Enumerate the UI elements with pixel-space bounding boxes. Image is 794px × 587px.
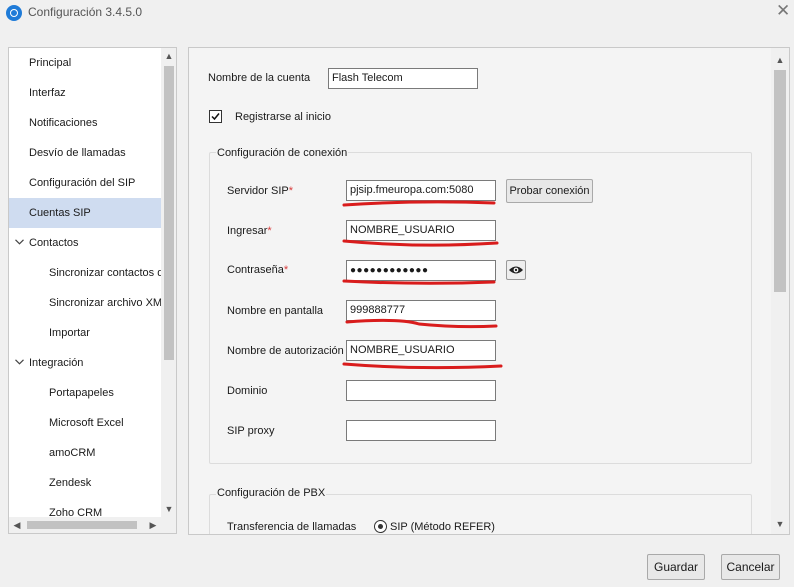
- nav-item-sync-xml[interactable]: Sincronizar archivo XML: [9, 288, 161, 318]
- proxy-label: SIP proxy: [227, 425, 275, 437]
- register-checkbox[interactable]: [209, 110, 222, 123]
- account-name-label: Nombre de la cuenta: [208, 72, 311, 84]
- scroll-thumb[interactable]: [774, 70, 786, 292]
- scroll-thumb[interactable]: [27, 521, 137, 529]
- nav-item-notificaciones[interactable]: Notificaciones: [9, 108, 161, 138]
- scroll-right-icon[interactable]: ▶: [145, 517, 161, 533]
- nav-item-cuentas-sip[interactable]: Cuentas SIP: [9, 198, 161, 228]
- register-label: Registrarse al inicio: [235, 111, 331, 123]
- nav-item-excel[interactable]: Microsoft Excel: [9, 408, 161, 438]
- login-label-text: Ingresar: [227, 225, 268, 237]
- login-label: Ingresar*: [227, 225, 272, 237]
- nav-item-portapapeles[interactable]: Portapapeles: [9, 378, 161, 408]
- show-password-button[interactable]: [506, 260, 526, 280]
- nav-item-importar[interactable]: Importar: [9, 318, 161, 348]
- display-name-label: Nombre en pantalla: [227, 305, 324, 317]
- transfer-label: Transferencia de llamadas: [227, 521, 357, 533]
- nav-item-integracion[interactable]: Integración: [9, 348, 161, 378]
- nav-item-label: Principal: [29, 57, 72, 69]
- close-icon[interactable]: ✕: [776, 2, 790, 20]
- nav-item-label: Sincronizar contactos d: [49, 267, 161, 279]
- nav-item-label: Portapapeles: [49, 387, 114, 399]
- nav-horizontal-scrollbar[interactable]: ◀ ▶: [9, 517, 176, 533]
- auth-name-label: Nombre de autorización: [227, 345, 344, 357]
- nav-item-amocrm[interactable]: amoCRM: [9, 438, 161, 468]
- scroll-thumb[interactable]: [164, 66, 174, 360]
- domain-input[interactable]: [346, 380, 496, 401]
- nav-item-sync-contactos[interactable]: Sincronizar contactos d: [9, 258, 161, 288]
- scroll-left-icon[interactable]: ◀: [9, 517, 25, 533]
- pbx-group-title: Configuración de PBX: [216, 487, 327, 499]
- nav-item-label: Integración: [29, 357, 84, 369]
- nav-item-config-sip[interactable]: Configuración del SIP: [9, 168, 161, 198]
- nav-item-label: Interfaz: [29, 87, 66, 99]
- transfer-sip-label: SIP (Método REFER): [390, 521, 495, 533]
- cancel-button[interactable]: Cancelar: [721, 554, 780, 580]
- chevron-down-icon[interactable]: [13, 348, 25, 378]
- nav-item-label: amoCRM: [49, 447, 96, 459]
- nav-item-label: Contactos: [29, 237, 79, 249]
- account-settings-panel: Nombre de la cuenta Flash Telecom Regist…: [188, 47, 790, 535]
- checkmark-icon: [211, 113, 220, 121]
- app-logo-icon: [6, 5, 22, 21]
- red-underline-marks: [342, 200, 503, 370]
- nav-item-label: Microsoft Excel: [49, 417, 124, 429]
- transfer-sip-radio[interactable]: [374, 520, 387, 533]
- nav-item-principal[interactable]: Principal: [9, 48, 161, 78]
- proxy-input[interactable]: [346, 420, 496, 441]
- nav-item-zendesk[interactable]: Zendesk: [9, 468, 161, 498]
- account-name-input[interactable]: Flash Telecom: [328, 68, 478, 89]
- required-marker: *: [288, 185, 294, 197]
- nav-item-interfaz[interactable]: Interfaz: [9, 78, 161, 108]
- nav-item-desvio[interactable]: Desvío de llamadas: [9, 138, 161, 168]
- required-marker: *: [283, 264, 289, 276]
- nav-vertical-scrollbar[interactable]: ▲ ▼: [161, 48, 176, 517]
- panel-vertical-scrollbar[interactable]: ▲ ▼: [771, 48, 789, 534]
- scroll-up-icon[interactable]: ▲: [161, 48, 176, 64]
- connection-group-title: Configuración de conexión: [216, 147, 349, 159]
- nav-item-label: Importar: [49, 327, 90, 339]
- domain-label: Dominio: [227, 385, 268, 397]
- nav-item-label: Cuentas SIP: [29, 207, 91, 219]
- required-marker: *: [267, 225, 272, 237]
- server-label: Servidor SIP*: [227, 185, 293, 197]
- window-title: Configuración 3.4.5.0: [28, 5, 143, 19]
- chevron-down-icon[interactable]: [13, 228, 25, 258]
- nav-item-label: Notificaciones: [29, 117, 98, 129]
- test-connection-button[interactable]: Probar conexión: [506, 179, 593, 203]
- eye-icon: [509, 266, 523, 274]
- scroll-down-icon[interactable]: ▼: [772, 516, 788, 532]
- scroll-up-icon[interactable]: ▲: [772, 52, 788, 68]
- password-label-text: Contraseña: [227, 264, 284, 276]
- scroll-down-icon[interactable]: ▼: [161, 501, 176, 517]
- settings-nav: Principal Interfaz Notificaciones Desvío…: [8, 47, 177, 534]
- server-label-text: Servidor SIP: [227, 185, 289, 197]
- nav-item-label: Zendesk: [49, 477, 92, 489]
- save-button[interactable]: Guardar: [647, 554, 705, 580]
- password-label: Contraseña*: [227, 264, 288, 276]
- nav-item-label: Configuración del SIP: [29, 177, 136, 189]
- nav-item-label: Sincronizar archivo XML: [49, 297, 161, 309]
- title-bar: Configuración 3.4.5.0 ✕: [0, 0, 794, 26]
- nav-item-contactos[interactable]: Contactos: [9, 228, 161, 258]
- nav-item-label: Desvío de llamadas: [29, 147, 126, 159]
